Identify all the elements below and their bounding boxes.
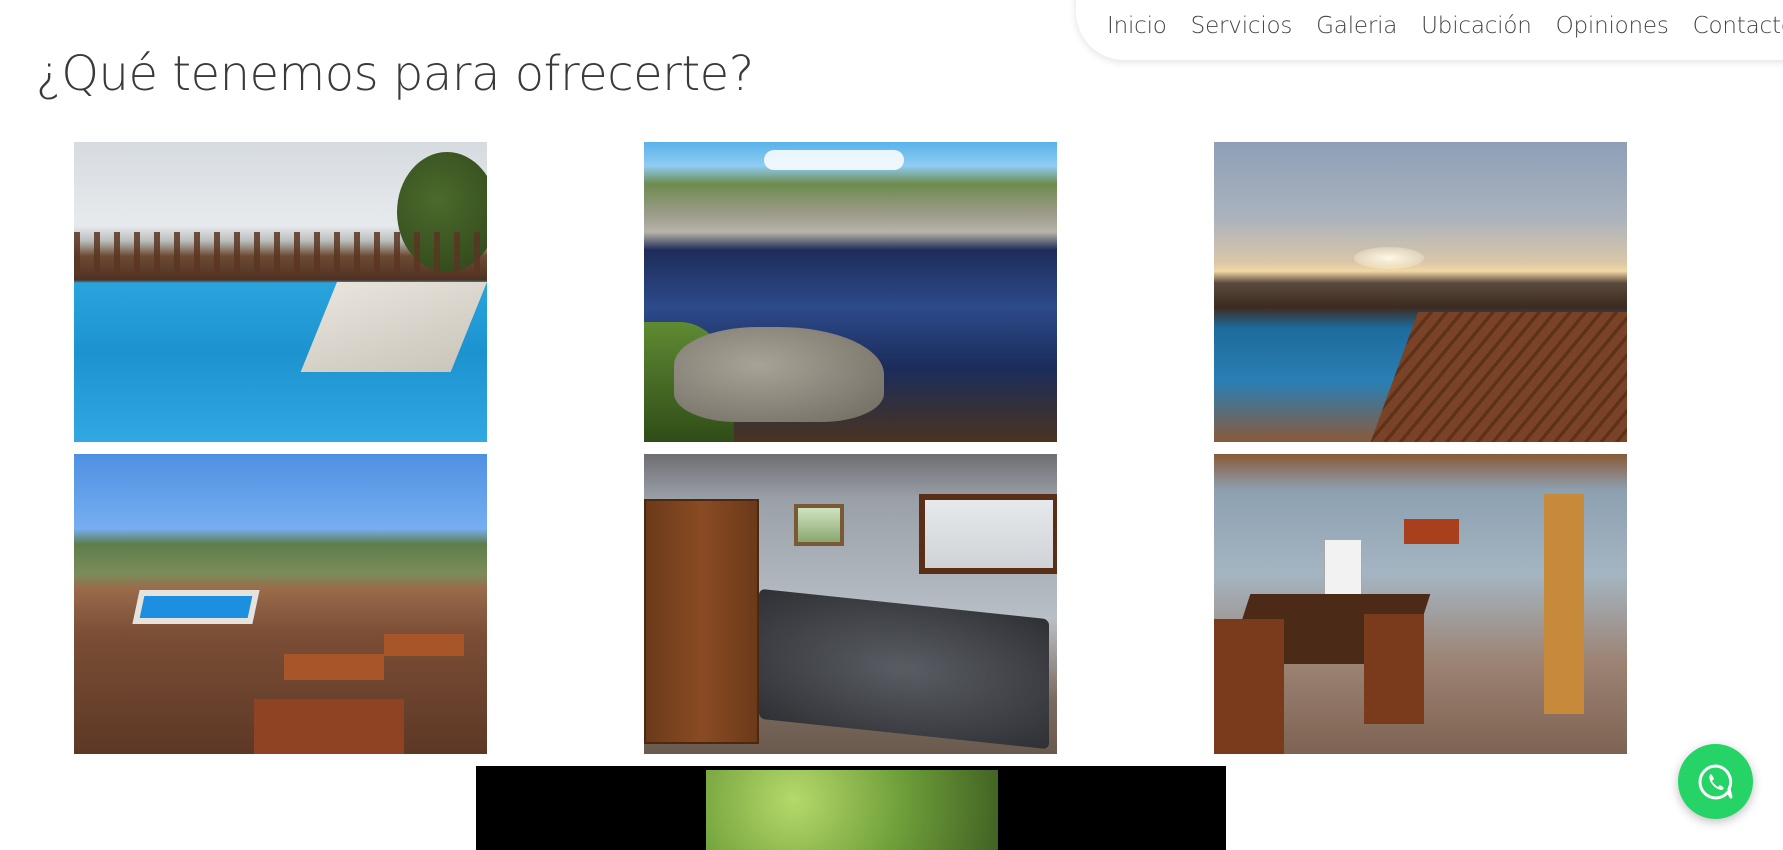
pool-shape — [132, 590, 260, 624]
video-embed[interactable] — [476, 766, 1226, 850]
cabinet-shape — [1404, 519, 1459, 544]
kitchen-dining-photo[interactable] — [1214, 454, 1627, 754]
wall-picture-shape — [794, 504, 844, 546]
chair-shape — [1214, 619, 1284, 754]
door-shape — [1544, 494, 1584, 714]
table-shape — [384, 634, 464, 656]
top-nav: Inicio Servicios Galeria Ubicación Opini… — [1076, 0, 1783, 60]
sun-shape — [1354, 247, 1424, 269]
nav-inicio[interactable]: Inicio — [1107, 13, 1167, 39]
chair-shape — [254, 699, 404, 754]
nav-galeria[interactable]: Galeria — [1316, 13, 1397, 39]
window-shape — [919, 494, 1057, 574]
section-title: ¿Qué tenemos para ofrecerte? — [36, 46, 754, 102]
nav-opiniones[interactable]: Opiniones — [1556, 13, 1669, 39]
whatsapp-button[interactable] — [1678, 744, 1753, 819]
deck-shape — [300, 282, 487, 372]
table-shape — [284, 654, 384, 680]
sunset-deck-photo[interactable] — [1214, 142, 1627, 442]
river-photo[interactable] — [644, 142, 1057, 442]
nav-servicios[interactable]: Servicios — [1191, 13, 1293, 39]
rock-shape — [674, 327, 884, 422]
whatsapp-icon — [1698, 764, 1732, 799]
cloud-shape — [764, 150, 904, 170]
pool-photo[interactable] — [74, 142, 487, 442]
wardrobe-shape — [644, 499, 759, 744]
deck-loungers-photo[interactable] — [74, 454, 487, 754]
bed-shape — [759, 588, 1049, 750]
video-frame — [706, 770, 998, 850]
bedroom-photo[interactable] — [644, 454, 1057, 754]
chair-shape — [1364, 614, 1424, 724]
nav-contacto[interactable]: Contacto — [1693, 13, 1783, 39]
railing-shape — [74, 232, 487, 276]
deck-shape — [1367, 312, 1627, 442]
nav-ubicacion[interactable]: Ubicación — [1421, 13, 1532, 39]
